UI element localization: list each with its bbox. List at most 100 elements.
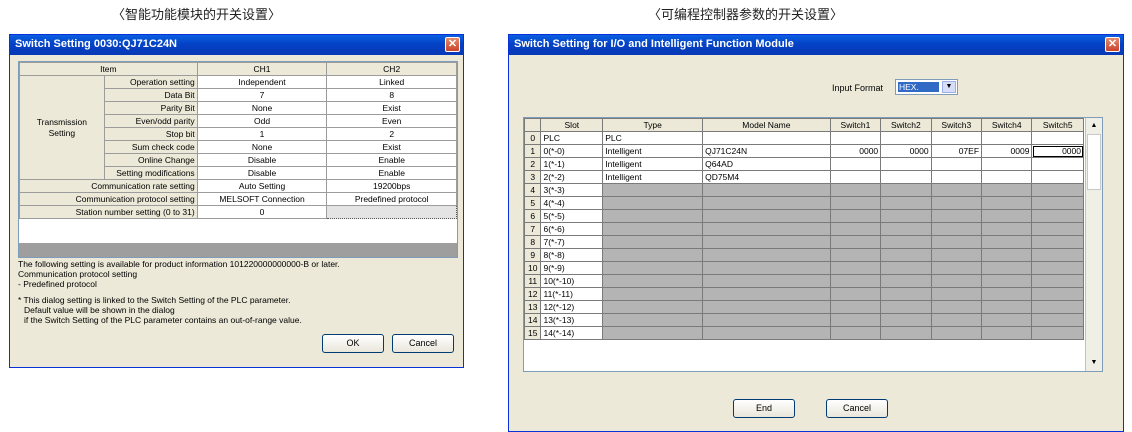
grid-row[interactable]: 5 4(*-4)	[524, 196, 1084, 210]
slot-cell: 12(*-12)	[540, 300, 604, 314]
ch2-value-cell[interactable]: 19200bps	[326, 179, 457, 193]
switch4-cell	[981, 248, 1033, 262]
switch4-cell[interactable]	[981, 157, 1033, 171]
ch2-value-cell[interactable]: Even	[326, 114, 457, 128]
table-footer-bar	[19, 243, 457, 257]
range-note: if the Switch Setting of the PLC paramet…	[24, 315, 302, 325]
type-cell	[602, 209, 704, 223]
setting-item-label: Communication rate setting	[19, 179, 198, 193]
switch2-cell	[880, 248, 932, 262]
grid-row[interactable]: 2 1(*-1) Intelligent Q64AD	[524, 157, 1084, 171]
model-name-cell	[702, 131, 831, 145]
left-close-button[interactable]: ✕	[445, 37, 460, 52]
switch3-cell[interactable]: 07EF	[930, 144, 983, 158]
switch1-cell[interactable]	[829, 157, 882, 171]
left-title-bar[interactable]: Switch Setting 0030:QJ71C24N ✕	[10, 35, 463, 55]
grid-row[interactable]: 10 9(*-9)	[524, 261, 1084, 275]
slot-cell: 7(*-7)	[540, 235, 604, 249]
ok-button[interactable]: OK	[322, 334, 384, 353]
ch1-value-cell[interactable]: Auto Setting	[196, 179, 328, 193]
slot-cell: 8(*-8)	[540, 248, 604, 262]
scroll-thumb[interactable]	[1087, 134, 1101, 190]
ch1-value-cell[interactable]: MELSOFT Connection	[196, 192, 328, 206]
column-header-ch2: CH2	[326, 62, 457, 76]
switch5-cell[interactable]: 0000	[1031, 144, 1084, 158]
slot-cell: 0(*-0)	[540, 144, 604, 158]
right-title-bar[interactable]: Switch Setting for I/O and Intelligent F…	[509, 35, 1123, 55]
link-note: * This dialog setting is linked to the S…	[18, 295, 291, 305]
io-switch-setting-dialog: Switch Setting for I/O and Intelligent F…	[508, 34, 1124, 432]
switch4-cell[interactable]	[981, 131, 1033, 145]
row-number: 12	[524, 287, 542, 301]
grid-row[interactable]: 0 PLC PLC	[524, 131, 1084, 145]
input-format-select[interactable]: HEX. ▼	[895, 79, 958, 95]
ch2-value-cell[interactable]: Linked	[326, 75, 457, 89]
grid-row[interactable]: 1 0(*-0) Intelligent QJ71C24N 0000 0000 07EF 00…	[524, 144, 1084, 158]
ch1-value-cell[interactable]: None	[196, 140, 328, 154]
grid-row[interactable]: 12 11(*-11)	[524, 287, 1084, 301]
switch2-cell[interactable]	[880, 131, 932, 145]
ch2-value-cell[interactable]: Exist	[326, 140, 457, 154]
switch1-cell[interactable]: 0000	[829, 144, 882, 158]
ch2-value-cell[interactable]	[326, 205, 457, 219]
cancel-button[interactable]: Cancel	[392, 334, 454, 353]
end-button[interactable]: End	[733, 399, 795, 418]
chevron-down-icon[interactable]: ▼	[942, 81, 956, 93]
grid-row[interactable]: 11 10(*-10)	[524, 274, 1084, 288]
ch2-value-cell[interactable]: 2	[326, 127, 457, 141]
grid-row[interactable]: 9 8(*-8)	[524, 248, 1084, 262]
grid-row[interactable]: 3 2(*-2) Intelligent QD75M4	[524, 170, 1084, 184]
row-number: 14	[524, 313, 542, 327]
switch3-cell[interactable]	[930, 157, 983, 171]
column-header-switch1: Switch1	[829, 118, 882, 132]
ch1-value-cell[interactable]: Disable	[196, 166, 328, 180]
ch1-value-cell[interactable]: None	[196, 101, 328, 115]
ch1-value-cell[interactable]: Independent	[196, 75, 328, 89]
slot-cell: 13(*-13)	[540, 313, 604, 327]
grid-row[interactable]: 4 3(*-3)	[524, 183, 1084, 197]
switch4-cell[interactable]: 0009	[981, 144, 1033, 158]
switch3-cell[interactable]	[930, 170, 983, 184]
grid-row[interactable]: 7 6(*-6)	[524, 222, 1084, 236]
grid-row[interactable]: 13 12(*-12)	[524, 300, 1084, 314]
row-number: 13	[524, 300, 542, 314]
ch2-value-cell[interactable]: Enable	[326, 153, 457, 167]
right-close-button[interactable]: ✕	[1105, 37, 1120, 52]
scroll-up-arrow-icon[interactable]: ▲	[1086, 118, 1102, 134]
ch1-value-cell[interactable]: Disable	[196, 153, 328, 167]
grid-scrollbar[interactable]: ▲ ▼	[1085, 118, 1102, 371]
ch1-value-cell[interactable]: 0	[196, 205, 328, 219]
switch5-cell[interactable]	[1031, 157, 1084, 171]
ch1-value-cell[interactable]: 7	[196, 88, 328, 102]
switch1-cell[interactable]	[829, 131, 882, 145]
switch2-cell[interactable]	[880, 157, 932, 171]
type-cell	[602, 222, 704, 236]
switch-setting-table: Item CH1 CH2 Transmission Setting Operation s…	[19, 62, 457, 219]
ch2-value-cell[interactable]: Exist	[326, 101, 457, 115]
switch2-cell[interactable]	[880, 170, 932, 184]
grid-row[interactable]: 8 7(*-7)	[524, 235, 1084, 249]
ch2-value-cell[interactable]: Enable	[326, 166, 457, 180]
ch2-value-cell[interactable]: 8	[326, 88, 457, 102]
switch3-cell[interactable]	[930, 131, 983, 145]
grid-row[interactable]: 15 14(*-14)	[524, 326, 1084, 340]
cancel-button[interactable]: Cancel	[826, 399, 888, 418]
switch2-cell[interactable]: 0000	[880, 144, 932, 158]
switch1-cell	[829, 183, 882, 197]
ch1-value-cell[interactable]: Odd	[196, 114, 328, 128]
grid-row[interactable]: 14 13(*-13)	[524, 313, 1084, 327]
model-name-cell	[702, 313, 831, 327]
grid-row[interactable]: 6 5(*-5)	[524, 209, 1084, 223]
switch5-cell[interactable]	[1031, 131, 1084, 145]
switch4-cell[interactable]	[981, 170, 1033, 184]
ch1-value-cell[interactable]: 1	[196, 127, 328, 141]
type-cell	[602, 287, 704, 301]
row-number: 9	[524, 248, 542, 262]
switch1-cell[interactable]	[829, 170, 882, 184]
ch2-value-cell[interactable]: Predefined protocol	[326, 192, 457, 206]
switch5-cell[interactable]	[1031, 170, 1084, 184]
scroll-down-arrow-icon[interactable]: ▼	[1086, 355, 1102, 371]
model-name-cell	[702, 300, 831, 314]
switch2-cell	[880, 287, 932, 301]
model-name-cell	[702, 183, 831, 197]
